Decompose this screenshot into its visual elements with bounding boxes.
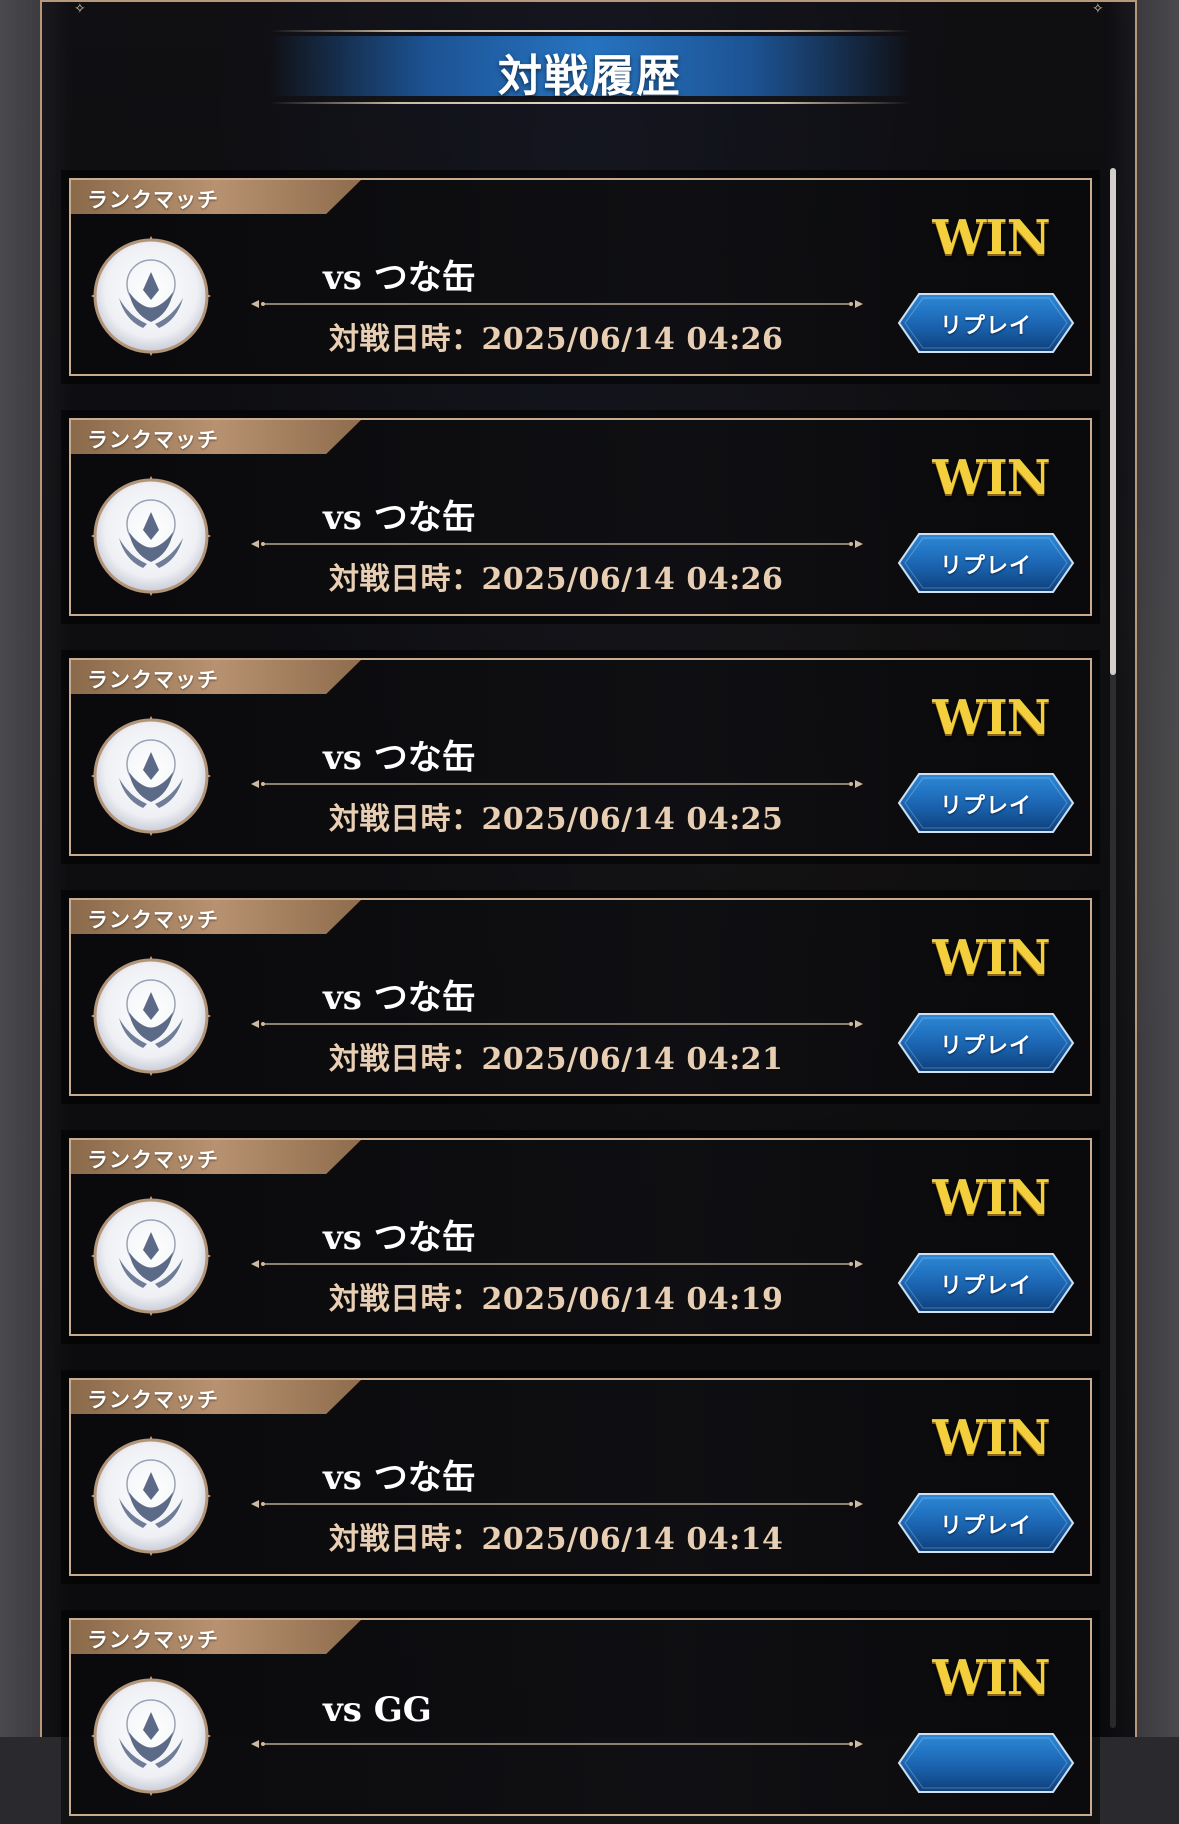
opponent-name: vs つな缶 <box>323 1218 476 1258</box>
match-card: ランクマッチ vs つな缶 <box>69 898 1092 1096</box>
match-mode-label: ランクマッチ <box>87 427 219 452</box>
opponent-name: vs つな缶 <box>323 258 476 298</box>
divider-line <box>251 1020 863 1028</box>
replay-button-shape <box>897 1733 1075 1793</box>
match-datetime: 対戦日時：2025/06/14 04:26 <box>329 322 784 357</box>
replay-button[interactable]: リプレイ <box>897 1012 1075 1074</box>
result-win-badge: WIN <box>932 210 1050 266</box>
replay-button[interactable] <box>897 1732 1075 1794</box>
match-card: ランクマッチ vs つな缶 <box>69 178 1092 376</box>
replay-button-label[interactable]: リプレイ <box>897 548 1075 580</box>
replay-button-label[interactable]: リプレイ <box>897 308 1075 340</box>
replay-button[interactable]: リプレイ <box>897 292 1075 354</box>
match-card: ランクマッチ vs つな缶 <box>69 1378 1092 1576</box>
match-mode-label: ランクマッチ <box>87 667 219 692</box>
replay-button[interactable]: リプレイ <box>897 532 1075 594</box>
match-datetime: 対戦日時：2025/06/14 04:14 <box>329 1522 784 1557</box>
opponent-name: vs つな缶 <box>323 738 476 778</box>
scrollbar[interactable] <box>1110 168 1116 1728</box>
match-card: ランクマッチ vs GG WIN <box>69 1618 1092 1816</box>
divider-line <box>251 780 863 788</box>
opponent-name: vs つな缶 <box>323 498 476 538</box>
match-card: ランクマッチ vs つな缶 <box>69 1138 1092 1336</box>
match-mode-label: ランクマッチ <box>87 187 219 212</box>
result-win-badge: WIN <box>932 450 1050 506</box>
crest-emblem-icon <box>91 716 211 836</box>
result-win-badge: WIN <box>932 690 1050 746</box>
match-datetime: 対戦日時：2025/06/14 04:21 <box>329 1042 784 1077</box>
crest-emblem-icon <box>91 1676 211 1796</box>
result-win-badge: WIN <box>932 1170 1050 1226</box>
match-datetime: 対戦日時：2025/06/14 04:25 <box>329 802 784 837</box>
replay-button[interactable]: リプレイ <box>897 1492 1075 1554</box>
match-mode-label: ランクマッチ <box>87 1627 219 1652</box>
divider-line <box>251 1260 863 1268</box>
match-mode-label: ランクマッチ <box>87 1147 219 1172</box>
panel-top-border <box>40 0 1137 14</box>
crest-emblem-icon <box>91 236 211 356</box>
result-win-badge: WIN <box>932 1650 1050 1706</box>
opponent-name: vs つな缶 <box>323 1458 476 1498</box>
divider-line <box>251 300 863 308</box>
match-mode-label: ランクマッチ <box>87 1387 219 1412</box>
page-title: 対戦履歴 <box>498 51 682 102</box>
crest-emblem-icon <box>91 956 211 1076</box>
match-mode-label: ランクマッチ <box>87 907 219 932</box>
corner-ornament-icon: ✧ <box>74 1 86 17</box>
replay-button-label[interactable]: リプレイ <box>897 1028 1075 1060</box>
crest-emblem-icon <box>91 1196 211 1316</box>
result-win-badge: WIN <box>932 1410 1050 1466</box>
match-datetime: 対戦日時：2025/06/14 04:26 <box>329 562 784 597</box>
divider-line <box>251 1500 863 1508</box>
replay-button-label[interactable]: リプレイ <box>897 1508 1075 1540</box>
opponent-name: vs つな缶 <box>323 978 476 1018</box>
match-card: ランクマッチ vs つな缶 <box>69 418 1092 616</box>
title-line-top <box>270 30 910 32</box>
result-win-badge: WIN <box>932 930 1050 986</box>
replay-button-label[interactable]: リプレイ <box>897 788 1075 820</box>
title-banner: 対戦履歴 <box>270 26 910 106</box>
corner-ornament-icon: ✧ <box>1092 1 1104 17</box>
scrollbar-thumb[interactable] <box>1110 168 1116 675</box>
crest-emblem-icon <box>91 476 211 596</box>
match-card: ランクマッチ vs つな缶 <box>69 658 1092 856</box>
crest-emblem-icon <box>91 1436 211 1556</box>
opponent-name: vs GG <box>323 1690 432 1730</box>
replay-button[interactable]: リプレイ <box>897 772 1075 834</box>
match-datetime: 対戦日時：2025/06/14 04:19 <box>329 1282 784 1317</box>
divider-line <box>251 1740 863 1748</box>
replay-button[interactable]: リプレイ <box>897 1252 1075 1314</box>
divider-line <box>251 540 863 548</box>
replay-button-label[interactable]: リプレイ <box>897 1268 1075 1300</box>
